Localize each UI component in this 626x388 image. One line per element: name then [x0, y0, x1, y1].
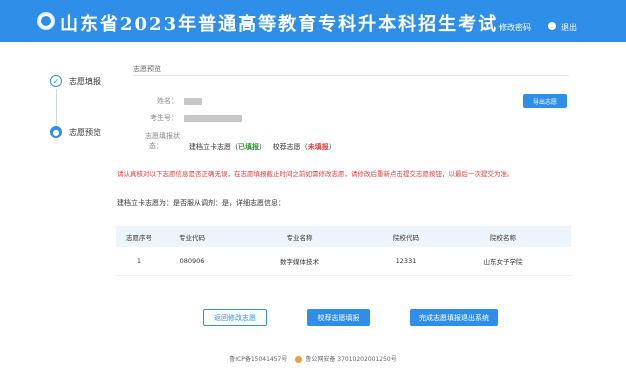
check-icon: ✓ — [50, 75, 62, 87]
icp-link[interactable]: 鲁ICP备15041457号 — [229, 356, 287, 363]
name-label: 姓名： — [157, 97, 178, 105]
fill-state-values: 建档立卡志愿（已填报） 校荐志愿（未填报） — [189, 142, 336, 152]
logout-icon[interactable] — [548, 22, 556, 30]
cell-major-name: 数字媒体技术 — [222, 247, 377, 276]
col-major-code: 专业代码 — [162, 226, 222, 247]
col-major-name: 专业名称 — [222, 226, 377, 247]
state-b-suffix: ） — [328, 143, 336, 151]
export-button[interactable]: 导出志愿 — [523, 94, 567, 108]
step-label: 志愿填报 — [69, 76, 101, 86]
cell-order: 1 — [116, 247, 162, 276]
exam-number-field: 考生号： — [150, 113, 242, 123]
police-badge-icon — [295, 356, 303, 363]
fill-state-label: 志愿填报状 态： — [145, 131, 180, 151]
section-title: 志愿预览 — [133, 65, 161, 73]
step-label: 志愿预览 — [69, 127, 101, 137]
col-school-code: 院校代码 — [377, 226, 435, 247]
col-school-name: 院校名称 — [435, 226, 571, 247]
col-order: 志愿序号 — [116, 226, 162, 247]
police-record-link[interactable]: 鲁公网安备 37010202001250号 — [305, 356, 396, 363]
logout-link[interactable]: 退出 — [561, 22, 577, 33]
state-a-suffix: ） — [259, 143, 266, 151]
cell-school-code: 12331 — [377, 247, 435, 276]
footer: 鲁ICP备15041457号 鲁公网安备 37010202001250号 — [0, 354, 626, 363]
finish-exit-button[interactable]: 完成志愿填报退出系统 — [410, 309, 498, 326]
exam-number-masked — [184, 114, 242, 122]
step-preview[interactable]: ● 志愿预览 — [50, 126, 101, 138]
name-field: 姓名： — [157, 96, 202, 106]
change-password-link[interactable]: 修改密码 — [499, 22, 531, 33]
fill-state-label-1: 志愿填报状 — [145, 132, 180, 140]
table-header-row: 志愿序号 专业代码 专业名称 院校代码 院校名称 — [116, 226, 571, 247]
choice-summary: 建档立卡志愿为：是否服从调剂：是，详细志愿信息： — [117, 199, 285, 207]
state-b-prefix: 校荐志愿（ — [272, 143, 308, 151]
choices-table: 志愿序号 专业代码 专业名称 院校代码 院校名称 1 080906 数字媒体技术… — [116, 226, 571, 276]
step-connector — [56, 89, 57, 125]
page-title: 山东省2023年普通高等教育专科升本科招生考试 — [60, 14, 499, 35]
school-recommend-button[interactable]: 校荐志愿填报 — [307, 309, 370, 326]
top-header: 山东省2023年普通高等教育专科升本科招生考试 修改密码 退出 — [0, 0, 626, 42]
state-a-value: 已填报 — [238, 143, 259, 151]
back-modify-button[interactable]: 返回修改志愿 — [203, 309, 267, 326]
section-divider — [133, 75, 569, 76]
step-dot-icon: ● — [50, 126, 62, 138]
warning-text: 请认真核对以下志愿信息是否正确无误，在志愿填报截止时间之前如需修改志愿，请修改后… — [117, 170, 514, 178]
name-value-masked — [184, 97, 202, 105]
step-fill-in[interactable]: ✓ 志愿填报 — [50, 75, 101, 87]
exam-number-label: 考生号： — [150, 114, 178, 122]
table-row: 1 080906 数字媒体技术 12331 山东女子学院 — [116, 247, 571, 276]
cell-major-code: 080906 — [162, 247, 222, 276]
state-a-prefix: 建档立卡志愿（ — [189, 143, 238, 151]
cell-school-name: 山东女子学院 — [435, 247, 571, 276]
fill-state-label-2: 态： — [149, 142, 163, 150]
state-b-value: 未填报 — [307, 143, 329, 151]
exam-logo-icon — [37, 12, 55, 30]
